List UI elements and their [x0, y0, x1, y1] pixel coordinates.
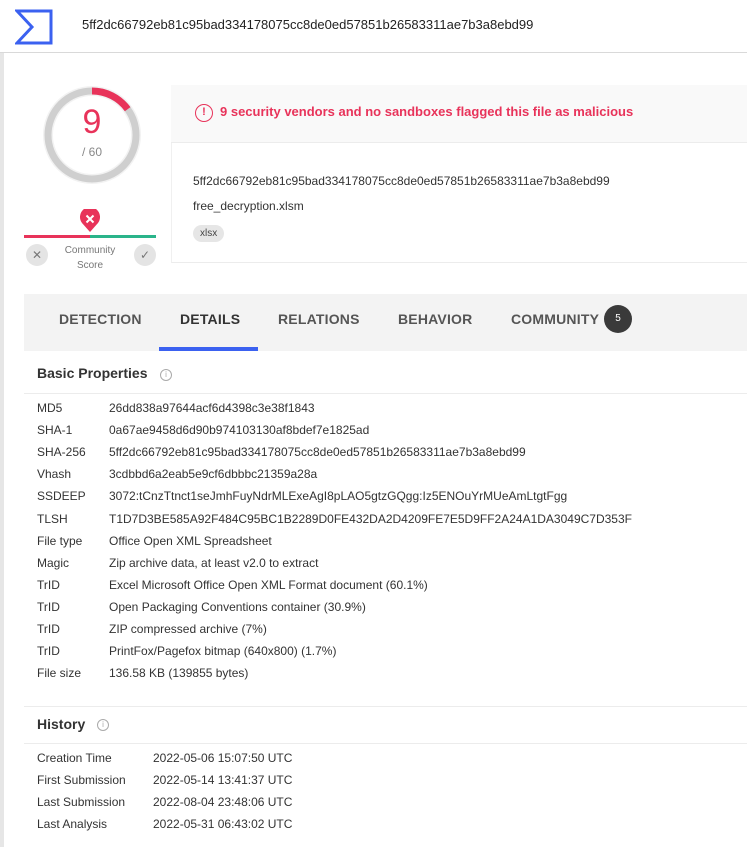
property-key: TrID — [37, 577, 60, 592]
search-input[interactable]: 5ff2dc66792eb81c95bad334178075cc8de0ed57… — [82, 17, 533, 32]
community-score-label: Community Score — [44, 243, 136, 273]
property-value[interactable]: 5ff2dc66792eb81c95bad334178075cc8de0ed57… — [109, 445, 526, 459]
property-key: Vhash — [37, 467, 72, 482]
report-tabs: DETECTION DETAILS RELATIONS BEHAVIOR COM… — [24, 294, 747, 351]
community-score-bar — [24, 235, 156, 238]
tab-detection[interactable]: DETECTION — [59, 311, 142, 327]
property-key: Creation Time — [37, 751, 112, 765]
community-label-line1: Community — [64, 245, 116, 256]
property-key: SHA-256 — [37, 445, 86, 460]
property-value[interactable]: 0a67ae9458d6d90b974103130af8bdef7e1825ad — [109, 423, 369, 437]
property-key: Last Submission — [37, 795, 126, 809]
property-value[interactable]: Excel Microsoft Office Open XML Format d… — [109, 578, 428, 592]
property-key: TrID — [37, 644, 60, 659]
property-key: File size — [37, 666, 82, 681]
alert-text: 9 security vendors and no sandboxes flag… — [220, 104, 634, 119]
info-icon[interactable]: i — [160, 369, 172, 381]
file-tag[interactable]: xlsx — [193, 225, 225, 242]
info-icon[interactable]: i — [97, 719, 109, 731]
property-value[interactable]: 2022-05-14 13:41:37 UTC — [153, 773, 292, 787]
check-icon[interactable]: ✓ — [134, 244, 156, 266]
property-value[interactable]: Open Packaging Conventions container (30… — [109, 600, 366, 614]
property-key: First Submission — [37, 773, 126, 787]
property-value[interactable]: Office Open XML Spreadsheet — [109, 534, 272, 548]
property-value[interactable]: ZIP compressed archive (7%) — [109, 622, 267, 636]
divider — [24, 393, 747, 394]
property-value[interactable]: 26dd838a97644acf6d4398c3e38f1843 — [109, 401, 315, 415]
divider — [24, 743, 747, 744]
detection-alert: ! 9 security vendors and no sandboxes fl… — [171, 85, 747, 143]
property-key: TLSH — [37, 511, 68, 526]
history-title: History — [37, 716, 86, 732]
community-label-line2: Score — [76, 260, 104, 271]
file-name: free_decryption.xlsm — [193, 199, 304, 213]
basic-properties-title: Basic Properties — [37, 365, 148, 381]
file-hash: 5ff2dc66792eb81c95bad334178075cc8de0ed57… — [193, 174, 610, 188]
property-key: TrID — [37, 599, 60, 614]
active-tab-indicator — [159, 347, 258, 351]
divider — [24, 706, 747, 707]
property-value[interactable]: PrintFox/Pagefox bitmap (640x800) (1.7%) — [109, 644, 336, 658]
property-key: SHA-1 — [37, 423, 73, 438]
property-value[interactable]: 2022-05-06 15:07:50 UTC — [153, 751, 292, 765]
property-value[interactable]: 3072:tCnzTtnct1seJmhFuyNdrMLExeAgI8pLAO5… — [109, 489, 567, 503]
alert-icon: ! — [195, 104, 213, 122]
top-bar: 5ff2dc66792eb81c95bad334178075cc8de0ed57… — [0, 0, 747, 53]
community-count-badge: 5 — [604, 305, 632, 333]
report-panel: 9 / 60 ✕ Community Score ✓ ! 9 security … — [4, 53, 747, 847]
tab-community[interactable]: COMMUNITY — [511, 311, 599, 327]
property-value[interactable]: Zip archive data, at least v2.0 to extra… — [109, 556, 318, 570]
property-key: Last Analysis — [37, 817, 108, 831]
property-value[interactable]: 2022-05-31 06:43:02 UTC — [153, 817, 292, 831]
property-value[interactable]: 2022-08-04 23:48:06 UTC — [153, 795, 292, 809]
property-key: SSDEEP — [37, 489, 86, 504]
community-marker-icon — [80, 209, 100, 232]
property-key: MD5 — [37, 401, 63, 415]
property-value[interactable]: T1D7D3BE585A92F484C95BC1B2289D0FE432DA2D… — [109, 512, 632, 526]
tab-behavior[interactable]: BEHAVIOR — [398, 311, 472, 327]
detection-count: 9 — [82, 103, 102, 141]
property-key: Magic — [37, 555, 70, 570]
detection-total: / 60 — [81, 145, 102, 159]
property-key: File type — [37, 533, 83, 548]
tab-details[interactable]: DETAILS — [180, 311, 240, 327]
file-summary: 5ff2dc66792eb81c95bad334178075cc8de0ed57… — [171, 143, 747, 263]
property-value[interactable]: 136.58 KB (139855 bytes) — [109, 666, 248, 680]
tab-relations[interactable]: RELATIONS — [278, 311, 360, 327]
virustotal-logo-icon[interactable] — [15, 9, 53, 45]
property-value[interactable]: 3cdbbd6a2eab5e9cf6dbbbc21359a28a — [109, 467, 317, 481]
property-key: TrID — [37, 622, 60, 636]
